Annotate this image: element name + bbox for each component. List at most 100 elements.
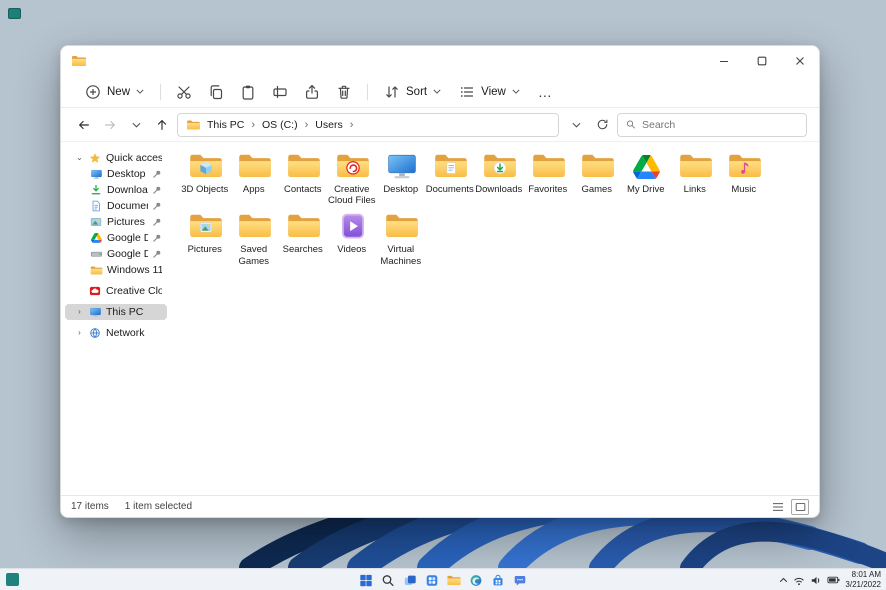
back-button[interactable] [73, 114, 95, 136]
search-icon[interactable] [381, 573, 396, 588]
file-tile[interactable]: Searches [279, 210, 328, 266]
tray-chevron-up-icon[interactable] [779, 576, 788, 584]
edge-icon[interactable] [469, 573, 484, 588]
window-controls [705, 46, 819, 76]
maximize-button[interactable] [743, 46, 781, 76]
file-tile[interactable]: Links [671, 150, 720, 206]
sort-button[interactable]: Sort [376, 80, 449, 104]
file-tile[interactable]: Desktop [377, 150, 426, 206]
widgets-icon[interactable] [425, 573, 440, 588]
recent-locations-button[interactable] [125, 114, 147, 136]
file-label: Games [581, 184, 613, 195]
sort-icon [386, 85, 398, 98]
toolbar-divider [367, 83, 369, 100]
start-button[interactable] [359, 573, 374, 588]
monitor-icon [89, 168, 103, 181]
sidebar-item-pictures[interactable]: Pictures [65, 214, 167, 230]
file-explorer-icon[interactable] [447, 573, 462, 588]
plus-circle-icon [86, 84, 100, 99]
file-tile[interactable]: Favorites [524, 150, 573, 206]
star-icon [88, 152, 102, 165]
folder-icon [89, 264, 103, 277]
address-dropdown-button[interactable] [565, 114, 587, 136]
taskbar-corner-icon[interactable] [6, 573, 19, 586]
file-tile[interactable]: Apps [230, 150, 279, 206]
task-view-icon[interactable] [403, 573, 418, 588]
store-icon[interactable] [491, 573, 506, 588]
share-icon [306, 84, 319, 99]
share-button[interactable] [297, 80, 327, 104]
file-tile[interactable]: Music [720, 150, 769, 206]
hard-drive-icon [89, 248, 103, 261]
delete-button[interactable] [329, 80, 359, 104]
search-icon [626, 120, 635, 129]
desktop-shortcut-icon[interactable] [8, 8, 21, 19]
breadcrumb-this-pc[interactable]: This PC [207, 119, 244, 131]
chevron-right-icon: › [78, 328, 81, 337]
file-tile[interactable]: Saved Games [230, 210, 279, 267]
scissors-icon [177, 85, 191, 99]
file-tile[interactable]: Games [573, 150, 622, 206]
network-wifi-icon[interactable] [793, 575, 805, 586]
sidebar-item-quick-access[interactable]: ⌄ Quick access [65, 150, 167, 166]
file-tile[interactable]: Pictures [181, 210, 230, 266]
sidebar-item-google-drive[interactable]: Google Drive [65, 230, 167, 246]
new-button[interactable]: New [77, 80, 152, 104]
taskbar-clock[interactable]: 8:01 AM 3/21/2022 [845, 570, 881, 590]
see-more-button[interactable]: … [530, 84, 561, 100]
forward-button[interactable] [99, 114, 121, 136]
refresh-button[interactable] [591, 114, 613, 136]
battery-icon[interactable] [827, 575, 840, 585]
view-button[interactable]: View [451, 80, 528, 104]
file-label: Desktop [383, 184, 419, 195]
large-icons-view-button[interactable] [791, 498, 809, 515]
copy-button[interactable] [201, 80, 231, 104]
file-label: Pictures [187, 244, 222, 256]
details-view-button[interactable] [769, 499, 787, 515]
sidebar-item-google-drive-d[interactable]: Google Drive (D:) [65, 246, 167, 262]
paste-button[interactable] [233, 80, 263, 104]
sidebar-item-label: Windows 11 [107, 264, 162, 276]
file-tile[interactable]: Downloads [475, 150, 524, 206]
search-input[interactable] [641, 118, 798, 131]
cut-button[interactable] [169, 80, 199, 104]
file-label: Links [683, 184, 706, 195]
folder-icon [237, 210, 273, 241]
file-tile[interactable]: Videos [328, 210, 377, 266]
title-bar[interactable] [61, 46, 819, 76]
file-tile[interactable]: Creative Cloud Files [328, 150, 377, 206]
volume-icon[interactable] [810, 575, 822, 586]
sidebar-item-label: Downloads [107, 184, 148, 196]
breadcrumb[interactable]: This PC › OS (C:) › Users › [177, 112, 559, 137]
sidebar-item-desktop[interactable]: Desktop [65, 166, 167, 182]
sidebar-item-windows-11[interactable]: Windows 11 [65, 262, 167, 278]
breadcrumb-users[interactable]: Users [315, 119, 342, 131]
file-tile[interactable]: My Drive [622, 150, 671, 206]
file-tile[interactable]: Virtual Machines [377, 210, 426, 267]
sidebar-item-creative-cloud-files[interactable]: Creative Cloud Files [65, 283, 167, 299]
sidebar: ⌄ Quick access Desktop Downloads Documen [61, 142, 171, 495]
folder-icon [186, 119, 201, 131]
close-button[interactable] [781, 46, 819, 76]
sidebar-item-documents[interactable]: Documents [65, 198, 167, 214]
sidebar-item-label: Pictures [107, 216, 145, 228]
sidebar-item-network[interactable]: › Network [65, 325, 167, 341]
rename-button[interactable] [265, 80, 295, 104]
up-button[interactable] [151, 114, 173, 136]
view-icon [461, 86, 474, 97]
file-tile[interactable]: Documents [426, 150, 475, 206]
minimize-button[interactable] [705, 46, 743, 76]
search-box[interactable] [617, 112, 807, 137]
chevron-right-icon: › [78, 307, 81, 316]
sidebar-item-this-pc[interactable]: › This PC [65, 304, 167, 320]
file-tile[interactable]: Contacts [279, 150, 328, 206]
status-bar: 17 items 1 item selected [61, 495, 819, 517]
folder-icon [531, 150, 567, 181]
pin-icon [152, 185, 162, 195]
file-tile[interactable]: 3D Objects [181, 150, 230, 206]
videos-icon [336, 210, 370, 241]
sidebar-item-downloads[interactable]: Downloads [65, 182, 167, 198]
breadcrumb-os-c[interactable]: OS (C:) [262, 119, 298, 131]
chat-icon[interactable] [513, 573, 528, 588]
trash-icon [338, 85, 350, 99]
